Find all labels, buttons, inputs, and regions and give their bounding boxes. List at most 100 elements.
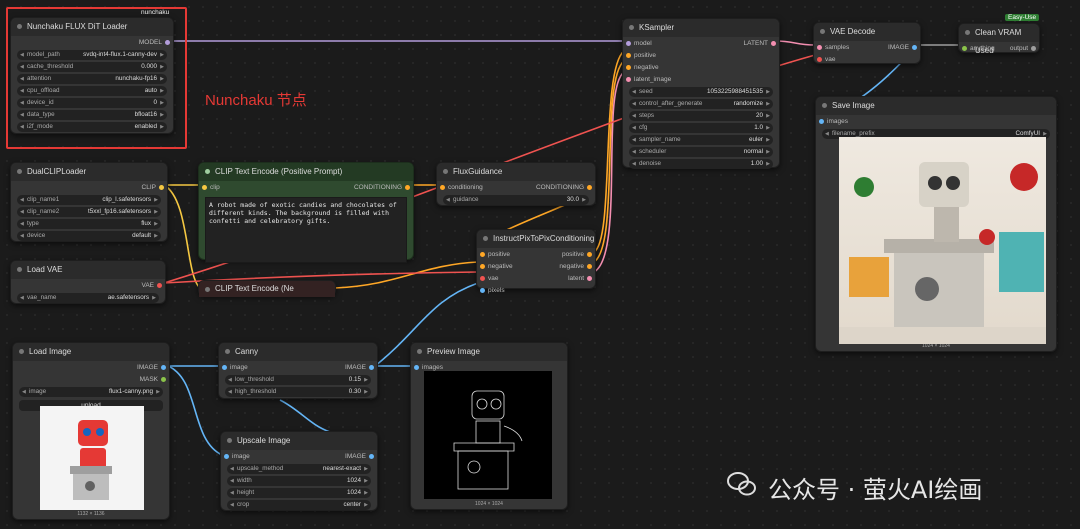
robot-render-icon (839, 162, 1046, 344)
widget-guidance[interactable]: guidance30.0 (443, 195, 589, 205)
widget-sampler-name[interactable]: sampler_nameeuler (629, 135, 773, 145)
input-vae-label: vae (488, 275, 499, 282)
widget-low-threshold[interactable]: low_threshold0.15 (225, 375, 371, 385)
widget-crop[interactable]: cropcenter (227, 500, 371, 510)
node-title: Upscale Image (221, 432, 377, 450)
input-negative-label: negative (634, 64, 659, 71)
output-latent-label: latent (568, 275, 584, 282)
output-positive-socket[interactable] (587, 252, 592, 257)
output-conditioning-label: CONDITIONING (353, 184, 402, 191)
preview-caption: 1024 × 1024 (475, 501, 503, 507)
input-samples-socket[interactable] (817, 45, 822, 50)
input-conditioning-label: conditioning (448, 184, 483, 191)
input-image-label: image (230, 364, 248, 371)
output-label: output (1009, 45, 1028, 52)
node-fluxguidance[interactable]: FluxGuidance conditioning CONDITIONING gu… (436, 162, 596, 206)
input-vae-label: vae (825, 56, 836, 63)
widget-image[interactable]: imageflux1-canny.png (19, 387, 163, 397)
widget-height[interactable]: height1024 (227, 488, 371, 498)
node-clean-vram[interactable]: Clean VRAM Used anything output (958, 23, 1040, 55)
node-title: VAE Decode (814, 23, 920, 41)
node-title: DualCLIPLoader (11, 163, 167, 181)
input-images-socket[interactable] (819, 119, 824, 124)
annotation-box (6, 7, 187, 149)
input-clip-label: clip (210, 184, 220, 191)
output-image-label: IMAGE (137, 364, 158, 371)
input-samples-label: samples (825, 44, 850, 51)
node-clip-text-encode-positive[interactable]: CLIP Text Encode (Positive Prompt) clip C… (198, 162, 414, 263)
output-image-label: IMAGE (888, 44, 909, 51)
output-negative-socket[interactable] (587, 264, 592, 269)
output-conditioning-socket[interactable] (405, 185, 410, 190)
node-load-vae[interactable]: Load VAE VAE vae_nameae.safetensors (10, 260, 166, 304)
output-image-socket[interactable] (369, 365, 374, 370)
input-clip-socket[interactable] (202, 185, 207, 190)
input-model-label: model (634, 40, 652, 47)
widget-type[interactable]: typeflux (17, 219, 161, 229)
wire-latent-decode (774, 40, 816, 46)
output-positive-label: positive (561, 251, 584, 258)
widget-upscale-method[interactable]: upscale_methodnearest-exact (227, 464, 371, 474)
output-clip-label: CLIP (141, 184, 156, 191)
widget-clip-name2[interactable]: clip_name2t5xxl_fp16.safetensors (17, 207, 161, 217)
output-latent-label: LATENT (743, 40, 768, 47)
widget-denoise[interactable]: denoise1.00 (629, 159, 773, 169)
widget-vae-name[interactable]: vae_nameae.safetensors (17, 293, 159, 303)
node-ksampler[interactable]: KSampler model LATENT positive negative l… (622, 18, 780, 169)
node-title: Save Image (816, 97, 1056, 115)
output-vae-label: VAE (141, 282, 154, 289)
input-vae-socket[interactable] (817, 57, 822, 62)
widget-seed[interactable]: seed1053225988451535 (629, 87, 773, 97)
output-image-label: IMAGE (345, 364, 366, 371)
output-latent-socket[interactable] (771, 41, 776, 46)
node-title: CLIP Text Encode (Positive Prompt) (199, 163, 413, 181)
output-vae-socket[interactable] (157, 283, 162, 288)
wire-instr-neg (593, 60, 625, 263)
widget-scheduler[interactable]: schedulernormal (629, 147, 773, 157)
input-positive-label: positive (488, 251, 511, 258)
input-latent-image-socket[interactable] (626, 77, 631, 82)
output-latent-socket[interactable] (587, 276, 592, 281)
wire-neg-instr (334, 261, 479, 289)
input-image-socket[interactable] (224, 454, 229, 459)
prompt-textarea[interactable]: A robot made of exotic candies and choco… (205, 197, 407, 263)
widget-control-after-generate[interactable]: control_after_generaterandomize (629, 99, 773, 109)
output-image-socket[interactable] (369, 454, 374, 459)
widget-high-threshold[interactable]: high_threshold0.30 (225, 387, 371, 397)
wechat-icon (727, 470, 757, 498)
node-upscale-image[interactable]: Upscale Image image IMAGE upscale_methodn… (220, 431, 378, 511)
node-canny[interactable]: Canny image IMAGE low_threshold0.15 high_… (218, 342, 378, 399)
output-mask-label: MASK (139, 376, 158, 383)
output-clip-socket[interactable] (159, 185, 164, 190)
input-positive-socket[interactable] (626, 53, 631, 58)
node-instructpix2pix[interactable]: InstructPixToPixConditioning positive pos… (476, 229, 596, 294)
input-negative-socket[interactable] (626, 65, 631, 70)
input-anything-socket[interactable] (962, 46, 967, 51)
output-image-label: IMAGE (345, 453, 366, 460)
input-pixels-socket[interactable] (480, 288, 485, 293)
node-vae-decode[interactable]: VAE Decode samples IMAGE vae (813, 22, 921, 64)
watermark-text: 公众号 · 萤火AI绘画 (768, 476, 983, 504)
output-socket[interactable] (1031, 46, 1036, 51)
input-image-socket[interactable] (222, 365, 227, 370)
node-clip-text-encode-negative[interactable]: CLIP Text Encode (Ne (198, 280, 336, 297)
output-image-socket[interactable] (912, 45, 917, 50)
input-conditioning-socket[interactable] (440, 185, 445, 190)
widget-cfg[interactable]: cfg1.0 (629, 123, 773, 133)
widget-device[interactable]: devicedefault (17, 231, 161, 241)
input-latent-image-label: latent_image (634, 76, 672, 83)
input-negative-socket[interactable] (480, 264, 485, 269)
input-positive-socket[interactable] (480, 252, 485, 257)
input-images-socket[interactable] (414, 365, 419, 370)
widget-clip-name1[interactable]: clip_name1clip_l.safetensors (17, 195, 161, 205)
input-vae-socket[interactable] (480, 276, 485, 281)
input-images-label: images (827, 118, 848, 125)
output-mask-socket[interactable] (161, 377, 166, 382)
input-model-socket[interactable] (626, 41, 631, 46)
input-positive-label: positive (634, 52, 657, 59)
node-dualcliploader[interactable]: DualCLIPLoader CLIP clip_name1clip_l.saf… (10, 162, 168, 242)
widget-width[interactable]: width1024 (227, 476, 371, 486)
widget-steps[interactable]: steps20 (629, 111, 773, 121)
output-image-socket[interactable] (161, 365, 166, 370)
output-conditioning-socket[interactable] (587, 185, 592, 190)
